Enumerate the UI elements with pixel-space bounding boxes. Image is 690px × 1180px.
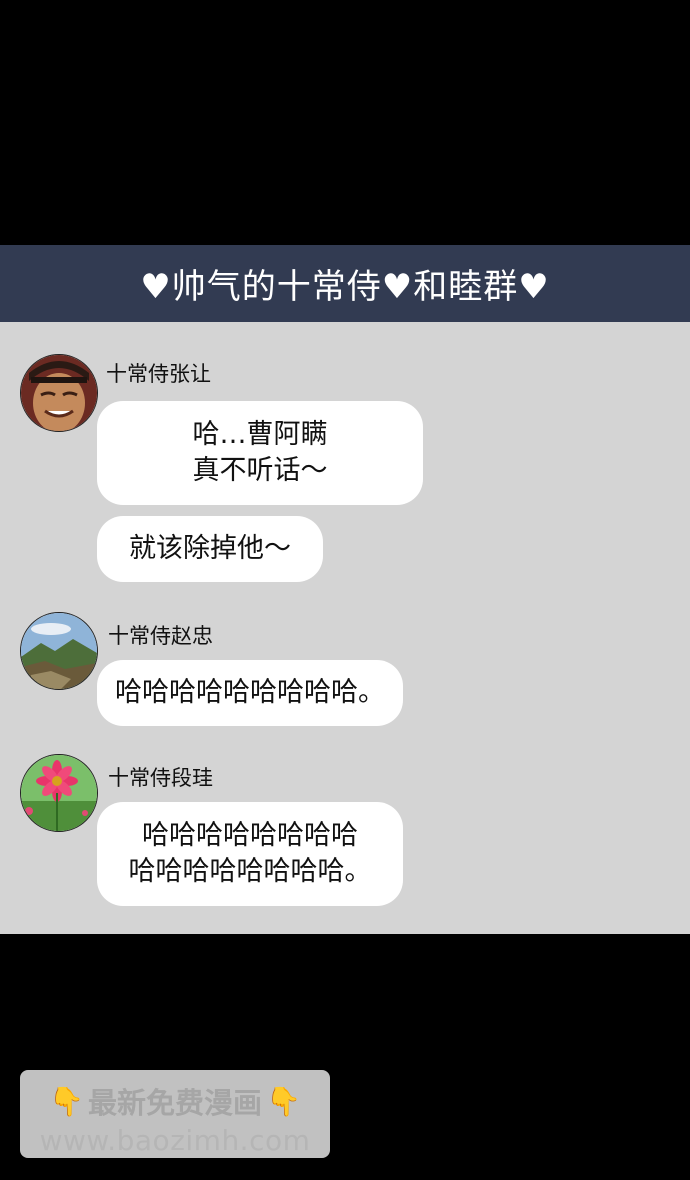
group-title-text: ♥帅气的十常侍♥和睦群♥ xyxy=(140,267,550,307)
message-bubble[interactable]: 哈…曹阿瞒 真不听话～ xyxy=(97,401,423,505)
watermark-banner[interactable]: 👇 最新免费漫画 👇 www.baozimh.com xyxy=(20,1070,330,1158)
message-bubble[interactable]: 哈哈哈哈哈哈哈哈 哈哈哈哈哈哈哈哈。 xyxy=(97,802,403,906)
message-bubble[interactable]: 哈哈哈哈哈哈哈哈哈。 xyxy=(97,660,403,726)
chat-group-title: ♥帅气的十常侍♥和睦群♥ xyxy=(0,245,690,322)
chat-message-list[interactable]: 十常侍张让 哈…曹阿瞒 真不听话～ 就该除掉他～ 十常侍赵忠 哈哈哈哈哈哈哈哈哈… xyxy=(0,322,690,934)
sender-name: 十常侍段珪 xyxy=(108,766,213,790)
pointing-down-hand-icon: 👇 xyxy=(49,1084,84,1118)
pink-flower-avatar-icon[interactable] xyxy=(20,754,98,832)
message-bubble[interactable]: 就该除掉他～ xyxy=(97,516,323,582)
sender-name: 十常侍赵忠 xyxy=(108,624,213,648)
mountain-landscape-avatar-icon[interactable] xyxy=(20,612,98,690)
watermark-title: 最新免费漫画 xyxy=(87,1086,262,1120)
bald-man-avatar-icon[interactable] xyxy=(20,354,98,432)
watermark-url: www.baozimh.com xyxy=(39,1124,311,1157)
sender-name: 十常侍张让 xyxy=(106,362,211,386)
pointing-down-hand-icon: 👇 xyxy=(266,1084,301,1118)
